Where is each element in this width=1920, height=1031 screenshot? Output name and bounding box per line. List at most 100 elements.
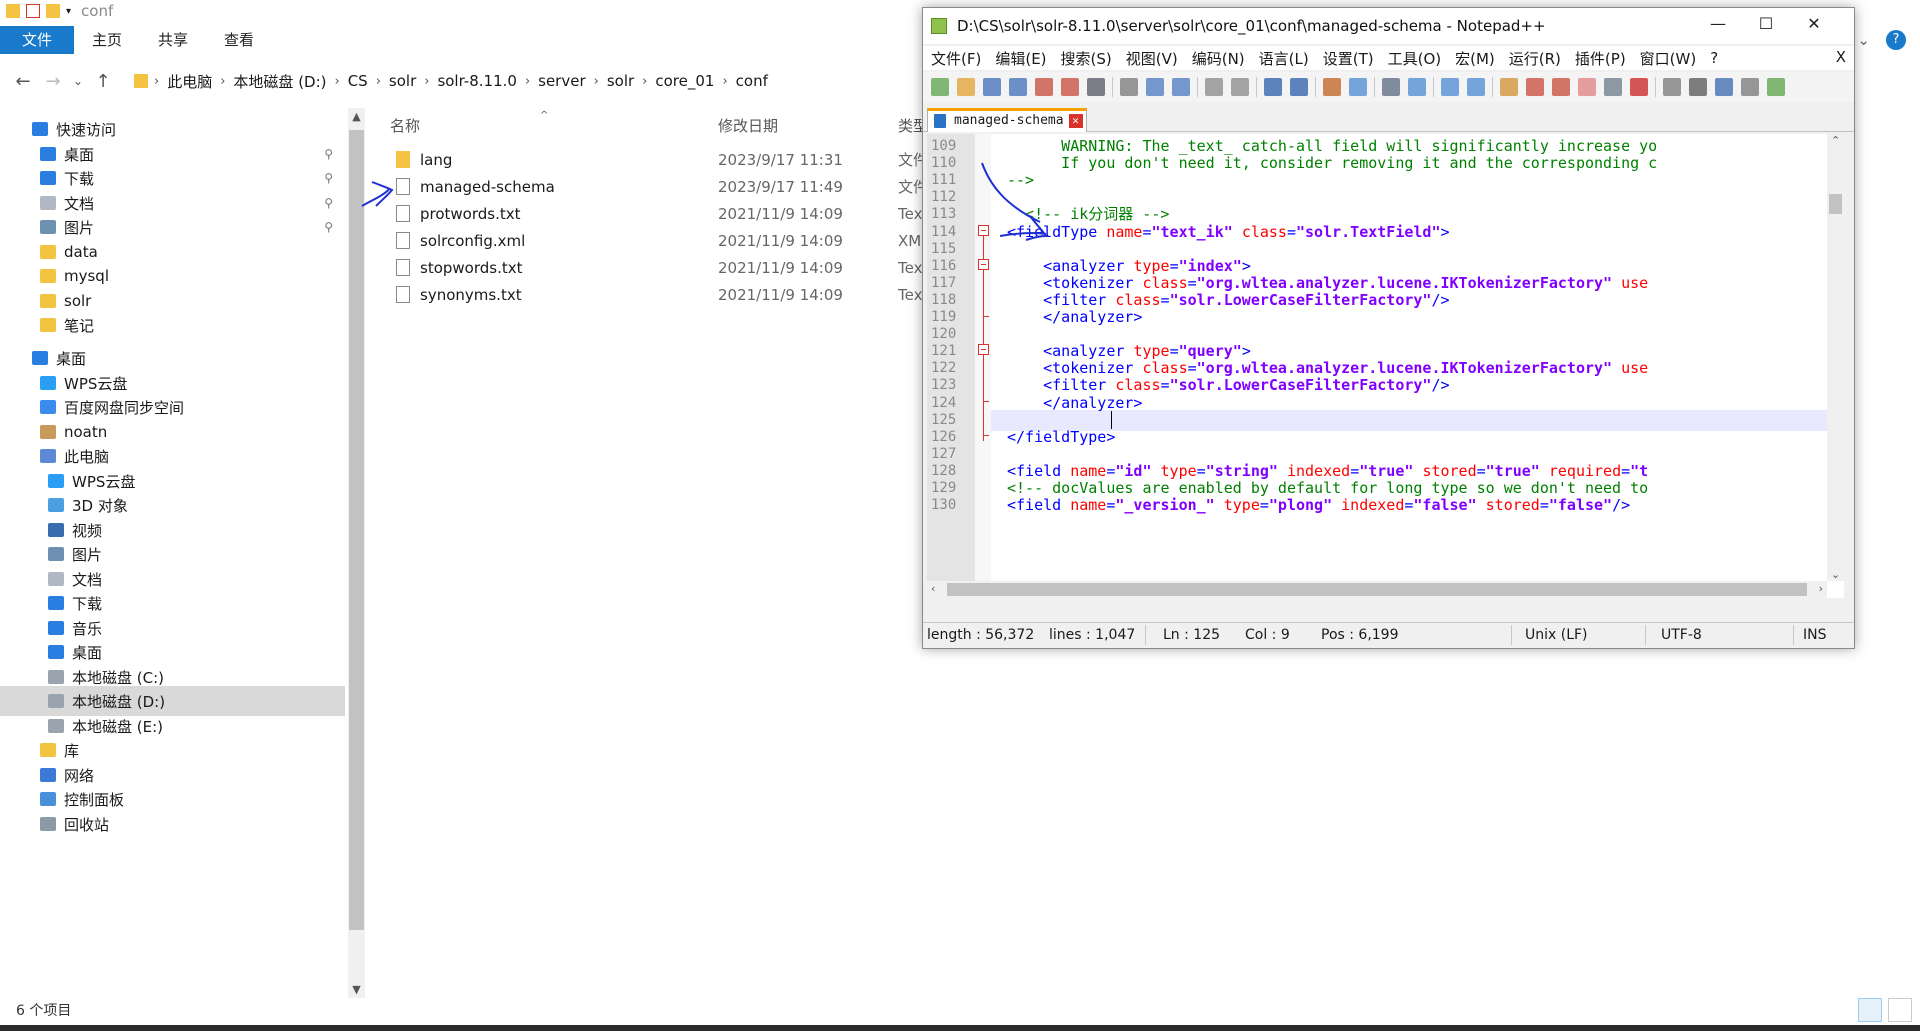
close-all-icon[interactable] <box>1061 78 1079 96</box>
maximize-icon[interactable]: ☐ <box>1751 14 1781 33</box>
details-view-icon[interactable] <box>1858 998 1882 1022</box>
language-icon[interactable] <box>1526 78 1544 96</box>
menu-item[interactable]: 编辑(E) <box>987 48 1052 69</box>
menu-item[interactable]: 文件(F) <box>923 48 987 69</box>
word-wrap-icon[interactable] <box>1441 78 1459 96</box>
save-icon[interactable] <box>983 78 1001 96</box>
save-all-icon[interactable] <box>1009 78 1027 96</box>
menu-item[interactable]: 插件(P) <box>1567 48 1632 69</box>
breadcrumb-item[interactable]: core_01 <box>647 72 722 90</box>
zoom-out-icon[interactable] <box>1349 78 1367 96</box>
close-icon[interactable] <box>1035 78 1053 96</box>
run-macro-icon[interactable] <box>1741 78 1759 96</box>
new-folder-icon[interactable] <box>46 4 60 18</box>
breadcrumb-item[interactable]: server <box>530 72 593 90</box>
breadcrumb-item[interactable]: CS <box>340 72 376 90</box>
menu-item[interactable]: 设置(T) <box>1315 48 1380 69</box>
menu-item[interactable]: 语言(L) <box>1251 48 1315 69</box>
breadcrumb-item[interactable]: 本地磁盘 (D:) <box>225 71 334 92</box>
save-macro-icon[interactable] <box>1767 78 1785 96</box>
properties-icon[interactable] <box>26 4 40 18</box>
record-macro-icon[interactable] <box>1663 78 1681 96</box>
expand-ribbon-icon[interactable]: ⌄ <box>1857 31 1870 49</box>
fold-toggle-icon[interactable] <box>978 344 989 356</box>
file-row[interactable]: managed-schema 2023/9/17 11:49 文件 <box>370 173 930 200</box>
navigation-scrollbar[interactable]: ▲ ▼ <box>348 108 365 998</box>
copy-icon[interactable] <box>1146 78 1164 96</box>
show-all-chars-icon[interactable] <box>1467 78 1485 96</box>
menu-item[interactable]: 搜索(S) <box>1053 48 1118 69</box>
fold-toggle-icon[interactable] <box>978 258 989 270</box>
editor-vertical-scrollbar[interactable]: ⌃ ⌄ <box>1827 134 1844 581</box>
back-arrow-icon[interactable]: ← <box>8 71 38 92</box>
zoom-in-icon[interactable] <box>1323 78 1341 96</box>
recent-locations-icon[interactable]: ⌄ <box>68 74 88 88</box>
quick-access-dropdown-icon[interactable]: ▾ <box>66 6 71 17</box>
scroll-up-icon[interactable]: ⌃ <box>1831 134 1840 147</box>
indent-guide-icon[interactable] <box>1500 78 1518 96</box>
find-icon[interactable] <box>1264 78 1282 96</box>
fold-margin[interactable] <box>975 134 991 598</box>
menu-item[interactable]: 运行(R) <box>1501 48 1567 69</box>
scrollbar-thumb[interactable] <box>1829 194 1842 214</box>
file-row[interactable]: protwords.txt 2021/11/9 14:09 Tex <box>370 200 930 227</box>
scroll-up-icon[interactable]: ▲ <box>348 110 365 123</box>
breadcrumb-item[interactable]: solr <box>381 72 424 90</box>
code-editor[interactable]: 109 110 111 112 113 114 115 116 117 118 119 120 121 1… <box>927 134 1844 598</box>
sidebar-item[interactable]: 笔记 <box>0 310 345 340</box>
scrollbar-thumb[interactable] <box>947 583 1807 596</box>
file-row[interactable]: synonyms.txt 2021/11/9 14:09 Tex <box>370 281 930 308</box>
stop-macro-icon[interactable] <box>1689 78 1707 96</box>
tab-file[interactable]: 文件 <box>0 26 75 54</box>
column-date[interactable]: 修改日期 <box>718 115 778 136</box>
function-list-icon[interactable] <box>1578 78 1596 96</box>
close-tab-icon[interactable]: ✕ <box>1068 114 1083 128</box>
tab-home[interactable]: 主页 <box>74 26 140 54</box>
close-document-button[interactable]: X <box>1836 48 1846 66</box>
folder-workspace-icon[interactable] <box>1604 78 1622 96</box>
forward-arrow-icon[interactable]: → <box>38 71 68 92</box>
undo-icon[interactable] <box>1205 78 1223 96</box>
close-icon[interactable]: ✕ <box>1799 14 1829 33</box>
new-file-icon[interactable] <box>931 78 949 96</box>
redo-icon[interactable] <box>1231 78 1249 96</box>
sync-vertical-icon[interactable] <box>1382 78 1400 96</box>
sidebar-item[interactable]: 回收站 <box>0 809 345 839</box>
large-icons-view-icon[interactable] <box>1888 998 1912 1022</box>
scroll-right-icon[interactable]: › <box>1819 582 1823 595</box>
column-name[interactable]: 名称 <box>390 115 420 136</box>
help-icon[interactable]: ? <box>1886 30 1906 50</box>
editor-horizontal-scrollbar[interactable]: ‹ › <box>927 581 1827 598</box>
breadcrumb-item[interactable]: solr-8.11.0 <box>429 72 525 90</box>
breadcrumb-item[interactable]: conf <box>728 72 776 90</box>
scroll-down-icon[interactable]: ⌄ <box>1831 568 1840 581</box>
play-macro-icon[interactable] <box>1715 78 1733 96</box>
tab-managed-schema[interactable]: managed-schema ✕ <box>927 108 1087 132</box>
fold-toggle-icon[interactable] <box>978 224 989 236</box>
scroll-left-icon[interactable]: ‹ <box>931 582 935 595</box>
file-row[interactable]: solrconfig.xml 2021/11/9 14:09 XM <box>370 227 930 254</box>
menu-item[interactable]: ? <box>1702 49 1724 67</box>
scrollbar-thumb[interactable] <box>349 130 364 930</box>
sync-horizontal-icon[interactable] <box>1408 78 1426 96</box>
scroll-down-icon[interactable]: ▼ <box>348 983 365 996</box>
doc-map-icon[interactable] <box>1552 78 1570 96</box>
file-row[interactable]: lang 2023/9/17 11:31 文件 <box>370 146 930 173</box>
menu-item[interactable]: 宏(M) <box>1447 48 1501 69</box>
up-arrow-icon[interactable]: ↑ <box>88 71 118 92</box>
breadcrumb-item[interactable]: 此电脑 <box>159 71 220 92</box>
paste-icon[interactable] <box>1172 78 1190 96</box>
breadcrumb-item[interactable]: solr <box>599 72 642 90</box>
menu-item[interactable]: 工具(O) <box>1380 48 1448 69</box>
menu-item[interactable]: 编码(N) <box>1184 48 1251 69</box>
minimize-icon[interactable]: — <box>1703 14 1733 33</box>
open-file-icon[interactable] <box>957 78 975 96</box>
cut-icon[interactable] <box>1120 78 1138 96</box>
print-icon[interactable] <box>1087 78 1105 96</box>
file-row[interactable]: stopwords.txt 2021/11/9 14:09 Tex <box>370 254 930 281</box>
replace-icon[interactable] <box>1290 78 1308 96</box>
tab-share[interactable]: 共享 <box>140 26 206 54</box>
menu-item[interactable]: 视图(V) <box>1118 48 1184 69</box>
tab-view[interactable]: 查看 <box>206 26 272 54</box>
menu-item[interactable]: 窗口(W) <box>1632 48 1703 69</box>
